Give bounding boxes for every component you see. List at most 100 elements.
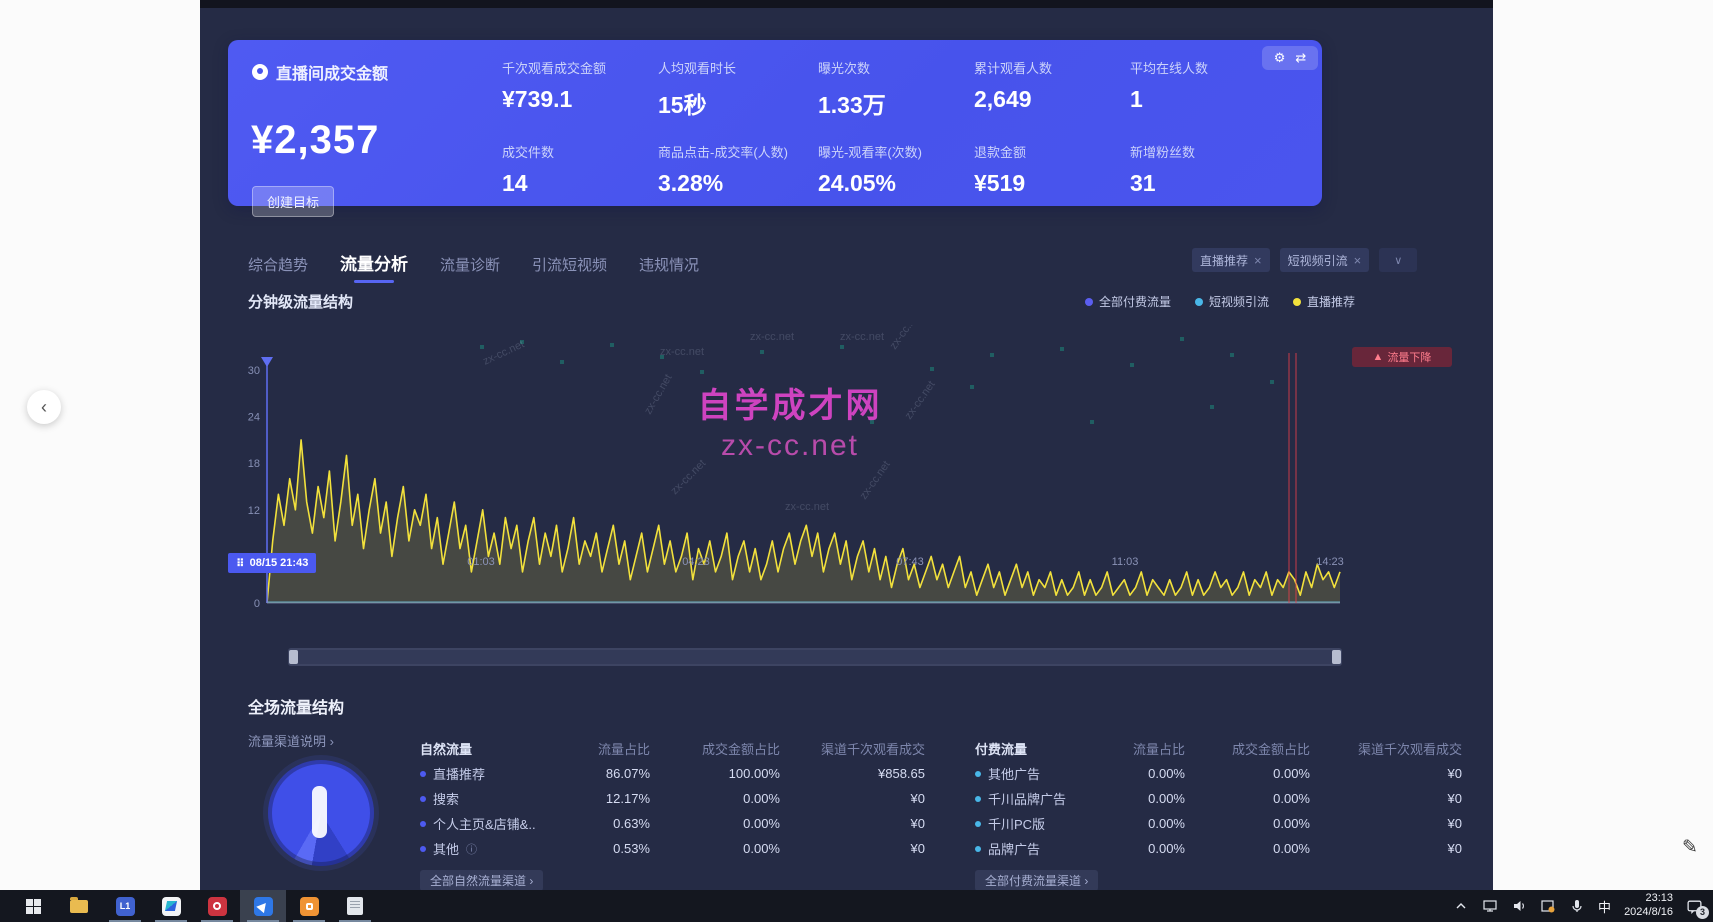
table-cell-value: 0.00%	[650, 816, 780, 831]
metric-value: 2,649	[974, 86, 1130, 113]
table-cell-value: 100.00%	[650, 766, 780, 781]
metric-2: 曝光次数1.33万	[818, 58, 974, 120]
metric-label: 商品点击-成交率(人数)	[658, 142, 818, 161]
speckle	[840, 345, 844, 349]
clock[interactable]: 23:13 2024/8/16	[1624, 892, 1673, 920]
metric-value: 31	[1130, 170, 1280, 197]
table-cell-value: 0.00%	[1185, 816, 1310, 831]
legend-item[interactable]: 直播推荐	[1293, 293, 1355, 310]
taskbar-app-orange[interactable]	[286, 890, 332, 922]
taskbar-app-l1[interactable]: L1	[102, 890, 148, 922]
chart-start-time-tag[interactable]: ⠿ 08/15 21:43	[228, 553, 316, 573]
speckle	[1090, 420, 1094, 424]
table-cell-value: 0.53%	[570, 841, 650, 856]
metric-value: 1.33万	[818, 86, 974, 120]
notification-badge: 3	[1696, 906, 1709, 919]
legend-item[interactable]: 短视频引流	[1195, 293, 1269, 310]
all-paid-channels-link[interactable]: 全部付费流量渠道 ›	[975, 870, 1098, 891]
info-icon[interactable]: ⓘ	[466, 841, 477, 857]
swap-icon[interactable]: ⇄	[1295, 50, 1306, 66]
notepad-icon	[347, 897, 363, 915]
metric-1: 人均观看时长15秒	[658, 58, 818, 120]
clock-time: 23:13	[1624, 892, 1673, 906]
scatter-watermark: zx-cc.net	[642, 372, 674, 416]
file-explorer-button[interactable]	[56, 890, 102, 922]
legend-item[interactable]: 全部付费流量	[1085, 293, 1171, 310]
filter-chip[interactable]: 直播推荐×	[1192, 248, 1270, 272]
all-natural-channels-link[interactable]: 全部自然流量渠道 ›	[420, 870, 543, 891]
row-label-text: 其他	[433, 839, 459, 858]
chart-range-brush[interactable]	[288, 648, 1342, 666]
tab-流量诊断[interactable]: 流量诊断	[440, 254, 500, 283]
tab-综合趋势[interactable]: 综合趋势	[248, 254, 308, 283]
chart-legend: 全部付费流量 短视频引流 直播推荐	[1085, 293, 1355, 310]
taskbar-apps: L1	[0, 890, 378, 922]
table-column-header: 流量占比	[570, 739, 650, 758]
legend-label: 直播推荐	[1307, 293, 1355, 310]
y-tick-label: 30	[248, 365, 260, 377]
taskbar-app-pointer-active[interactable]	[240, 890, 286, 922]
app-tray-icon[interactable]	[1540, 898, 1556, 914]
chip-close-icon[interactable]: ×	[1354, 253, 1362, 268]
y-tick-label: 18	[248, 458, 260, 470]
network-icon[interactable]	[1482, 898, 1498, 914]
speckle	[750, 390, 754, 394]
ime-indicator[interactable]: 中	[1598, 897, 1611, 916]
filter-chip[interactable]: 短视频引流×	[1280, 248, 1370, 272]
table-row-label: 千川品牌广告	[975, 789, 1100, 808]
row-dot-icon	[975, 821, 981, 827]
taskbar-app-browser[interactable]	[194, 890, 240, 922]
metric-label: 平均在线人数	[1130, 58, 1280, 77]
metric-label: 千次观看成交金额	[502, 58, 658, 77]
scatter-watermark: zx-cc.net	[660, 346, 704, 358]
table-cell-value: 0.00%	[1100, 766, 1185, 781]
taskbar-app-notepad[interactable]	[332, 890, 378, 922]
chip-close-icon[interactable]: ×	[1254, 253, 1262, 268]
channel-explain-link[interactable]: 流量渠道说明 ›	[248, 731, 334, 750]
taskbar-app-editor[interactable]	[148, 890, 194, 922]
brush-handle-right[interactable]	[1332, 650, 1341, 664]
notification-center-button[interactable]: 3	[1686, 898, 1703, 915]
grip-icon: ⠿	[236, 557, 245, 570]
tray-expand-icon[interactable]	[1453, 898, 1469, 914]
tab-流量分析[interactable]: 流量分析	[340, 250, 408, 283]
structure-section-title: 全场流量结构	[248, 694, 344, 718]
scatter-watermark: zx-cc.net	[888, 325, 923, 352]
metric-4: 平均在线人数1	[1130, 58, 1280, 120]
gear-icon[interactable]: ⚙	[1274, 50, 1286, 66]
legend-label: 全部付费流量	[1099, 293, 1171, 310]
microphone-icon[interactable]	[1569, 898, 1585, 914]
speckle	[930, 367, 934, 371]
chart-title: 分钟级流量结构	[248, 291, 353, 312]
table-column-header: 成交金额占比	[1185, 739, 1310, 758]
table-cell-value: ¥0	[780, 791, 925, 806]
card-title-row: 直播间成交金额	[252, 60, 388, 84]
start-button[interactable]	[10, 890, 56, 922]
filter-chips: 直播推荐× 短视频引流× ∨	[1192, 248, 1417, 272]
brush-handle-left[interactable]	[289, 650, 298, 664]
row-label-text: 搜索	[433, 789, 459, 808]
speckle	[970, 385, 974, 389]
tab-违规情况[interactable]: 违规情况	[639, 254, 699, 283]
table-row-label: 品牌广告	[975, 839, 1100, 858]
traffic-donut-chart	[268, 760, 374, 866]
back-button[interactable]: ‹	[27, 390, 61, 424]
speckle	[700, 370, 704, 374]
create-goal-button[interactable]: 创建目标	[252, 186, 334, 217]
table-cell-value: 0.00%	[1100, 816, 1185, 831]
table-cell-value: 0.00%	[650, 841, 780, 856]
table-cell-value: ¥0	[780, 816, 925, 831]
metrics-grid: 千次观看成交金额¥739.1人均观看时长15秒曝光次数1.33万累计观看人数2,…	[502, 58, 1280, 197]
table-column-header: 成交金额占比	[650, 739, 780, 758]
pointer-app-icon	[254, 897, 273, 916]
speckle	[1230, 353, 1234, 357]
tab-引流短视频[interactable]: 引流短视频	[532, 254, 607, 283]
metric-3: 累计观看人数2,649	[974, 58, 1130, 120]
pen-tool-icon[interactable]: ✎	[1682, 836, 1698, 859]
speckle	[990, 353, 994, 357]
table-column-header: 流量占比	[1100, 739, 1185, 758]
filter-select[interactable]: ∨	[1379, 248, 1417, 272]
table-cell-value: ¥858.65	[780, 766, 925, 781]
volume-icon[interactable]	[1511, 898, 1527, 914]
scatter-watermark: zx-cc.net	[785, 501, 829, 513]
